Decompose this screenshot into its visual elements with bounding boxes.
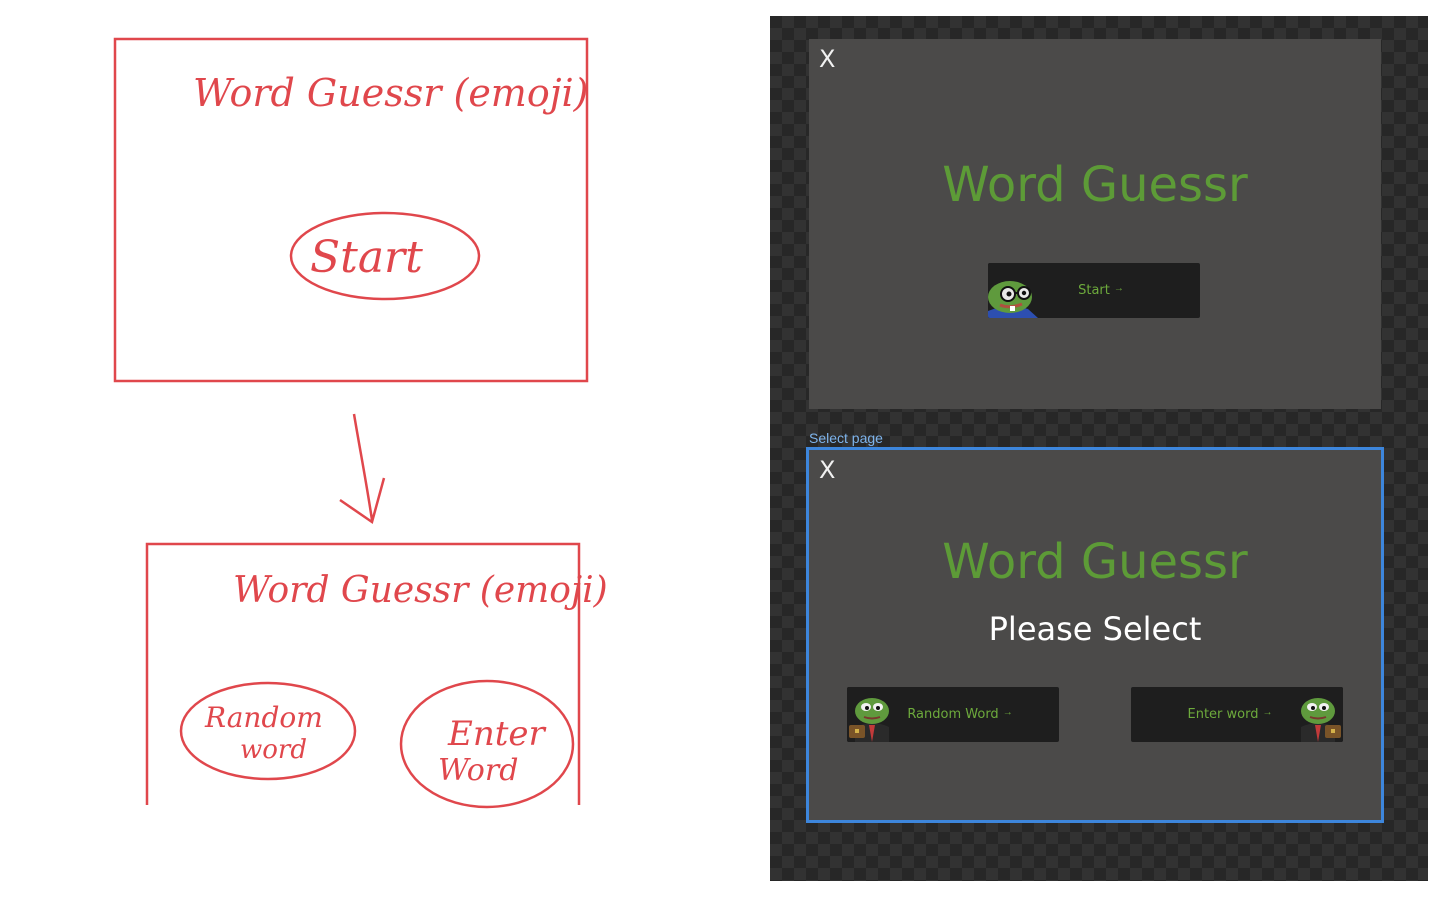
sketch-drawing: Word Guessr (emoji) Start Word Guessr (e… [113,37,608,809]
close-icon[interactable]: X [819,45,835,73]
pepe-suit-avatar-icon [1293,687,1343,742]
sketch-enter-label-2: Word [438,753,518,788]
arrow-right-icon: → [1262,707,1273,718]
start-button[interactable]: Start → [988,263,1200,318]
enter-word-button[interactable]: Enter word → [1131,687,1343,742]
game-title: Word Guessr [942,534,1248,590]
enter-word-label: Enter word [1187,707,1259,722]
sketch-random-label-1: Random [204,701,323,734]
select-frame-label[interactable]: Select page [809,430,883,446]
sketch-enter-label-1: Enter [447,714,547,754]
sketch-title-2: Word Guessr (emoji) [233,570,608,611]
start-button-label: Start [1078,283,1110,298]
sketch-start-label: Start [310,232,423,283]
game-title: Word Guessr [942,157,1248,213]
start-frame[interactable]: X Word Guessr Start → [809,39,1381,409]
random-word-button[interactable]: Random Word → [847,687,1059,742]
arrow-right-icon: → [1002,707,1013,718]
sketch-random-label-2: word [240,735,307,765]
arrow-right-icon: → [1113,283,1124,294]
sketch-title-1: Word Guessr (emoji) [193,71,588,115]
pepe-suit-avatar-icon [847,687,897,742]
random-word-label: Random Word [907,707,999,722]
sketch-arrow-line [352,413,374,521]
sketch-arrow-head [339,477,386,525]
select-frame[interactable]: X Word Guessr Please Select Random Word … [806,447,1384,823]
wireframe-sketch: Word Guessr (emoji) Start Word Guessr (e… [0,0,760,900]
close-icon[interactable]: X [819,456,835,484]
pepe-glasses-avatar-icon [988,263,1038,318]
please-select-subtitle: Please Select [988,610,1202,648]
design-canvas[interactable]: X Word Guessr Start → Select page X Word… [770,16,1428,881]
